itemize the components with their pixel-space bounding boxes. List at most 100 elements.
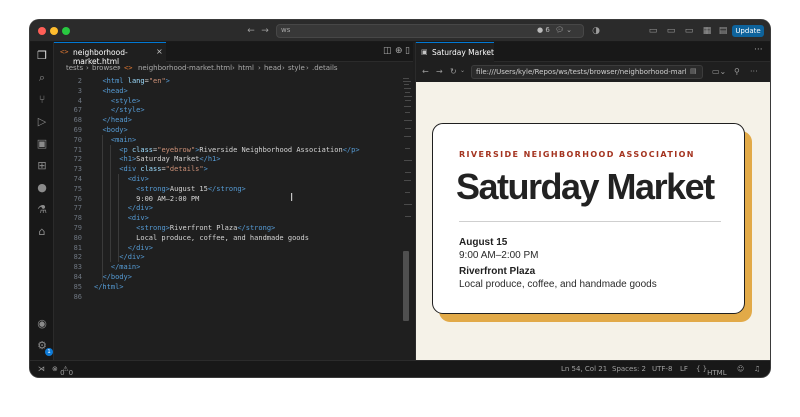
event-card: RIVERSIDE NEIGHBORHOOD ASSOCIATION Satur… — [432, 123, 745, 314]
code-line[interactable]: <main> — [94, 136, 136, 144]
breadcrumb-item[interactable]: style — [288, 64, 305, 72]
breadcrumb-item[interactable]: tests — [66, 64, 83, 72]
remote-icon[interactable]: ⋊ — [38, 365, 45, 373]
line-number: 79 — [73, 224, 82, 232]
code-line[interactable]: </html> — [94, 283, 124, 291]
text-cursor-icon: I — [290, 191, 294, 204]
browser-forward-icon[interactable]: → — [436, 67, 443, 76]
search-icon[interactable]: ⌕ — [34, 70, 50, 86]
reader-icon[interactable]: ▤ — [690, 67, 697, 75]
ide-window: ← → ws ● 6 💬︎ ⌄ ◑ ▭ ▭ ▭ ▦ ▤ Update ❐ ⌕ ⑂… — [30, 20, 770, 377]
code-line[interactable]: </style> — [94, 106, 145, 114]
back-arrow-icon[interactable]: ← — [246, 24, 256, 38]
indent-guide — [118, 174, 119, 263]
line-number: 76 — [73, 194, 82, 203]
device-icon[interactable]: ▭⌄ — [712, 67, 726, 76]
breadcrumb-item[interactable]: html — [238, 64, 254, 72]
forward-arrow-icon[interactable]: → — [260, 24, 270, 38]
copilot-status-icon[interactable]: ☺ — [737, 365, 744, 373]
breadcrumb-item[interactable]: head — [264, 64, 281, 72]
layout-customize-icon[interactable]: ▤ — [718, 24, 728, 38]
close-icon[interactable]: × — [156, 47, 163, 56]
language-mode[interactable]: { } HTML — [696, 365, 727, 377]
code-line[interactable]: <div class="details"> — [94, 165, 208, 173]
minimize-window-button[interactable] — [50, 27, 58, 35]
line-number: 81 — [73, 243, 82, 252]
line-number: 82 — [73, 253, 82, 262]
code-editor: <> neighborhood-market.html × ◫ ⊕ ▯ test… — [54, 42, 413, 376]
encoding[interactable]: UTF-8 — [652, 365, 672, 373]
explorer-icon[interactable]: ❐ — [34, 48, 50, 64]
vertical-scrollbar[interactable] — [403, 251, 409, 321]
event-date: August 15 — [459, 237, 508, 248]
globe-icon[interactable]: ⊕ — [395, 46, 403, 56]
line-number: 84 — [73, 273, 82, 281]
tab-neighborhood-market[interactable]: <> neighborhood-market.html × — [54, 42, 166, 66]
command-center-search[interactable]: ws ● 6 💬︎ ⌄ — [276, 24, 584, 38]
warning-count: 0 — [68, 369, 74, 377]
event-description: Local produce, coffee, and handmade good… — [459, 279, 657, 290]
code-line[interactable]: <h1>Saturday Market</h1> — [94, 155, 220, 163]
split-editor-icon[interactable]: ▯ — [405, 46, 410, 56]
code-line[interactable]: <head> — [94, 87, 127, 95]
toggle-panel-bottom-icon[interactable]: ▭ — [666, 24, 676, 38]
browser-back-icon[interactable]: ← — [422, 67, 429, 76]
chat-icon[interactable]: 💬︎ ⌄ — [555, 26, 572, 34]
line-number: 77 — [73, 204, 82, 213]
line-number: 74 — [73, 175, 82, 183]
account-icon[interactable]: ◉ — [34, 316, 50, 332]
layout-grid-icon[interactable]: ▦ — [702, 24, 712, 38]
indentation[interactable]: Spaces: 2 — [612, 365, 646, 373]
rendered-page: RIVERSIDE NEIGHBORHOOD ASSOCIATION Satur… — [416, 82, 770, 360]
reload-menu-icon[interactable]: ⌄ — [460, 67, 465, 74]
code-area[interactable]: 2 <html lang="en"> 3 <head> 4 <style> 67 </… — [54, 76, 413, 346]
eyebrow-text: RIVERSIDE NEIGHBORHOOD ASSOCIATION — [459, 150, 695, 159]
code-line[interactable]: <strong>August 15</strong> — [94, 185, 246, 193]
source-control-icon[interactable]: ⑂ — [34, 92, 50, 108]
breadcrumb-item[interactable]: .details — [312, 64, 338, 72]
html-file-icon: <> — [124, 64, 133, 72]
toggle-panel-right-icon[interactable]: ▭ — [684, 24, 694, 38]
code-line[interactable]: <html lang="en"> — [94, 77, 169, 85]
extensions-icon[interactable]: ⊞ — [34, 158, 50, 174]
code-line[interactable]: </body> — [94, 273, 132, 281]
line-number: 86 — [73, 292, 82, 301]
event-time: 9:00 AM–2:00 PM — [459, 250, 539, 261]
url-text: file:///Users/kyle/Repos/ws/tests/browse… — [476, 68, 686, 76]
run-debug-icon[interactable]: ▷ — [34, 114, 50, 130]
update-button[interactable]: Update — [732, 25, 764, 37]
line-number: 68 — [73, 116, 82, 125]
maximize-window-button[interactable] — [62, 27, 70, 35]
code-line[interactable]: Local produce, coffee, and handmade good… — [94, 234, 309, 242]
tab-saturday-market[interactable]: ▣ Saturday Market — [416, 42, 494, 62]
code-line[interactable]: <style> — [94, 97, 141, 105]
line-number: 70 — [73, 135, 82, 144]
reload-icon[interactable]: ↻ — [450, 67, 457, 76]
url-bar[interactable]: file:///Users/kyle/Repos/ws/tests/browse… — [471, 65, 703, 79]
toggle-panel-left-icon[interactable]: ▭ — [648, 24, 658, 38]
code-line[interactable]: <body> — [94, 126, 127, 134]
line-ending[interactable]: LF — [680, 365, 688, 373]
more-actions-icon[interactable]: ··· — [754, 45, 763, 55]
open-preview-icon[interactable]: ◫ — [383, 46, 392, 56]
line-number: 69 — [73, 126, 82, 134]
close-window-button[interactable] — [38, 27, 46, 35]
remote-explorer-icon[interactable]: ▣ — [34, 136, 50, 152]
github-icon[interactable]: ● — [34, 180, 50, 196]
copilot-icon[interactable]: ◑ — [591, 24, 601, 38]
code-line[interactable]: <p class="eyebrow">Riverside Neighborhoo… — [94, 146, 359, 154]
breadcrumb-item[interactable]: neighborhood-market.html — [138, 64, 232, 72]
code-line[interactable]: </head> — [94, 116, 132, 124]
docker-icon[interactable]: ⌂ — [34, 224, 50, 240]
testing-icon[interactable]: ⚗ — [34, 202, 50, 218]
breadcrumb-item[interactable]: browser — [92, 64, 120, 72]
notifications-bell-icon[interactable]: ♫ — [754, 365, 760, 373]
inspect-icon[interactable]: ⚲ — [734, 67, 740, 76]
line-number: 67 — [73, 106, 82, 115]
cursor-position[interactable]: Ln 54, Col 21 — [561, 365, 607, 373]
code-line[interactable]: <strong>Riverfront Plaza</strong> — [94, 224, 275, 232]
more-icon[interactable]: ··· — [750, 67, 758, 76]
problems-indicator[interactable]: ⊗ 0 ⚠ 0 — [52, 365, 73, 377]
settings-gear-icon[interactable]: ⚙ 1 — [34, 338, 53, 356]
code-line[interactable]: </main> — [94, 263, 141, 271]
